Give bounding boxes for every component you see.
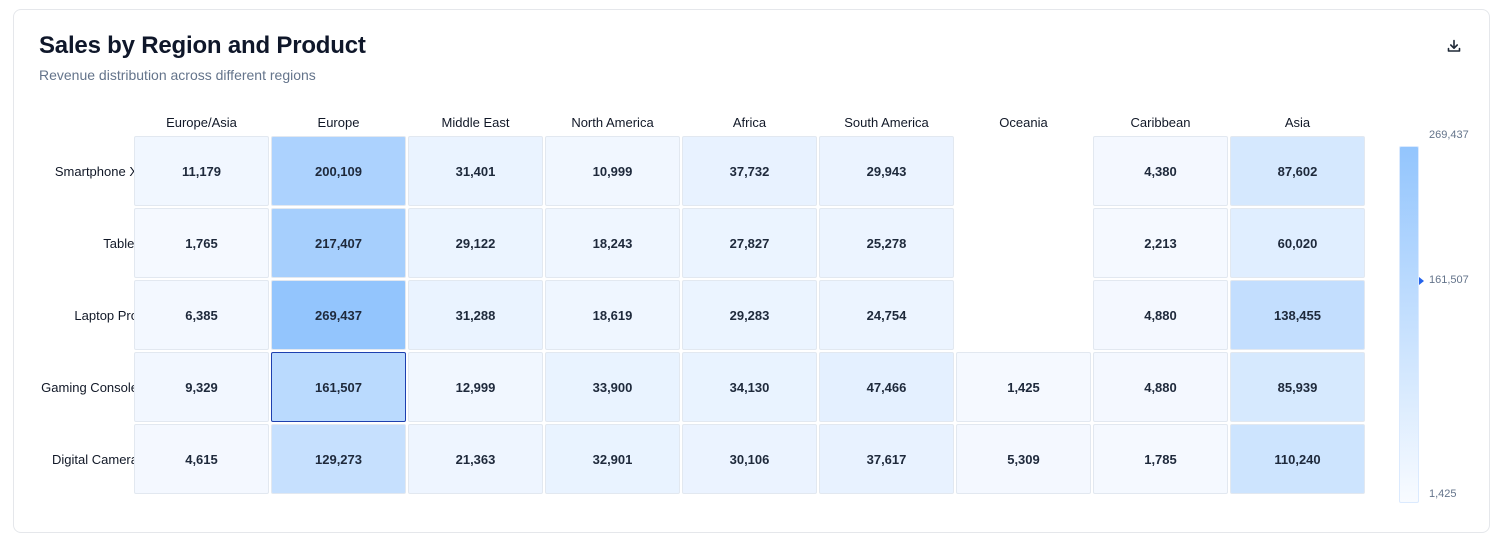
heatmap-cell[interactable]: 217,407 xyxy=(271,208,406,278)
heatmap-cell[interactable]: 18,243 xyxy=(545,208,680,278)
heatmap-cell[interactable]: 25,278 xyxy=(819,208,954,278)
row-header: Smartphone X xyxy=(14,136,138,206)
column-header: Asia xyxy=(1284,115,1311,130)
chart-card: Sales by Region and Product Revenue dist… xyxy=(13,9,1490,533)
column-header: Middle East xyxy=(441,115,510,130)
heatmap-cell[interactable]: 6,385 xyxy=(134,280,269,350)
column-header: Africa xyxy=(732,115,767,130)
row-header: Gaming Console xyxy=(14,352,138,422)
heatmap-cell[interactable]: 1,425 xyxy=(956,352,1091,422)
color-scale-bar xyxy=(1399,146,1419,503)
color-scale-max-label: 269,437 xyxy=(1429,129,1469,141)
row-header-label: Laptop Pro xyxy=(74,307,138,323)
heatmap-cell[interactable]: 31,401 xyxy=(408,136,543,206)
heatmap-cell[interactable]: 269,437 xyxy=(271,280,406,350)
download-button[interactable] xyxy=(1444,36,1464,56)
heatmap-cell[interactable]: 1,785 xyxy=(1093,424,1228,494)
heatmap-cell[interactable]: 29,943 xyxy=(819,136,954,206)
heatmap-cell[interactable]: 110,240 xyxy=(1230,424,1365,494)
heatmap-cell[interactable]: 10,999 xyxy=(545,136,680,206)
row-header-label: Gaming Console xyxy=(41,379,138,395)
heatmap-cell[interactable]: 18,619 xyxy=(545,280,680,350)
heatmap-cell[interactable]: 1,765 xyxy=(134,208,269,278)
heatmap-cell[interactable]: 37,617 xyxy=(819,424,954,494)
heatmap-cell[interactable]: 21,363 xyxy=(408,424,543,494)
heatmap-cell[interactable]: 27,827 xyxy=(682,208,817,278)
heatmap-cell-empty xyxy=(956,280,1091,350)
column-header: North America xyxy=(571,115,654,130)
heatmap-cell[interactable]: 9,329 xyxy=(134,352,269,422)
heatmap-cell[interactable]: 33,900 xyxy=(545,352,680,422)
column-header: South America xyxy=(844,115,929,130)
heatmap-cell[interactable]: 37,732 xyxy=(682,136,817,206)
heatmap-cell[interactable]: 60,020 xyxy=(1230,208,1365,278)
column-header: Europe xyxy=(317,115,360,130)
color-scale-min-label: 1,425 xyxy=(1429,488,1457,500)
heatmap-cell[interactable]: 200,109 xyxy=(271,136,406,206)
heatmap-cell-empty xyxy=(956,136,1091,206)
heatmap-cell[interactable]: 4,380 xyxy=(1093,136,1228,206)
heatmap-cell[interactable]: 47,466 xyxy=(819,352,954,422)
color-scale-mid-label: 161,507 xyxy=(1429,273,1469,286)
heatmap-cell[interactable]: 31,288 xyxy=(408,280,543,350)
row-header: Laptop Pro xyxy=(14,280,138,350)
color-scale-pointer xyxy=(1419,276,1424,285)
column-header: Caribbean xyxy=(1130,115,1191,130)
heatmap-cell[interactable]: 4,880 xyxy=(1093,280,1228,350)
heatmap-cell[interactable]: 29,283 xyxy=(682,280,817,350)
heatmap-cell[interactable]: 24,754 xyxy=(819,280,954,350)
row-header-label: Smartphone X xyxy=(54,163,138,179)
heatmap-cell[interactable]: 138,455 xyxy=(1230,280,1365,350)
row-header-label: Digital Camera xyxy=(52,451,138,467)
heatmap-cell[interactable]: 11,179 xyxy=(134,136,269,206)
chart-subtitle: Revenue distribution across different re… xyxy=(39,67,316,83)
row-header: Tablet xyxy=(14,208,138,278)
heatmap-cell[interactable]: 4,880 xyxy=(1093,352,1228,422)
heatmap-cell-empty xyxy=(956,208,1091,278)
heatmap-cell[interactable]: 30,106 xyxy=(682,424,817,494)
heatmap-cell[interactable]: 4,615 xyxy=(134,424,269,494)
heatmap-cell[interactable]: 32,901 xyxy=(545,424,680,494)
heatmap-cell[interactable]: 29,122 xyxy=(408,208,543,278)
download-icon xyxy=(1447,39,1461,52)
heatmap-cell[interactable]: 161,507 xyxy=(271,352,406,422)
heatmap-cell[interactable]: 85,939 xyxy=(1230,352,1365,422)
heatmap-cell[interactable]: 12,999 xyxy=(408,352,543,422)
heatmap-cell[interactable]: 87,602 xyxy=(1230,136,1365,206)
heatmap-cell[interactable]: 129,273 xyxy=(271,424,406,494)
heatmap-cell[interactable]: 5,309 xyxy=(956,424,1091,494)
heatmap-cell[interactable]: 2,213 xyxy=(1093,208,1228,278)
row-header-label: Tablet xyxy=(103,235,138,251)
column-header: Oceania xyxy=(999,115,1048,130)
row-header: Digital Camera xyxy=(14,424,138,494)
heatmap-cell[interactable]: 34,130 xyxy=(682,352,817,422)
column-header: Europe/Asia xyxy=(166,115,237,130)
chart-title: Sales by Region and Product xyxy=(39,32,366,59)
